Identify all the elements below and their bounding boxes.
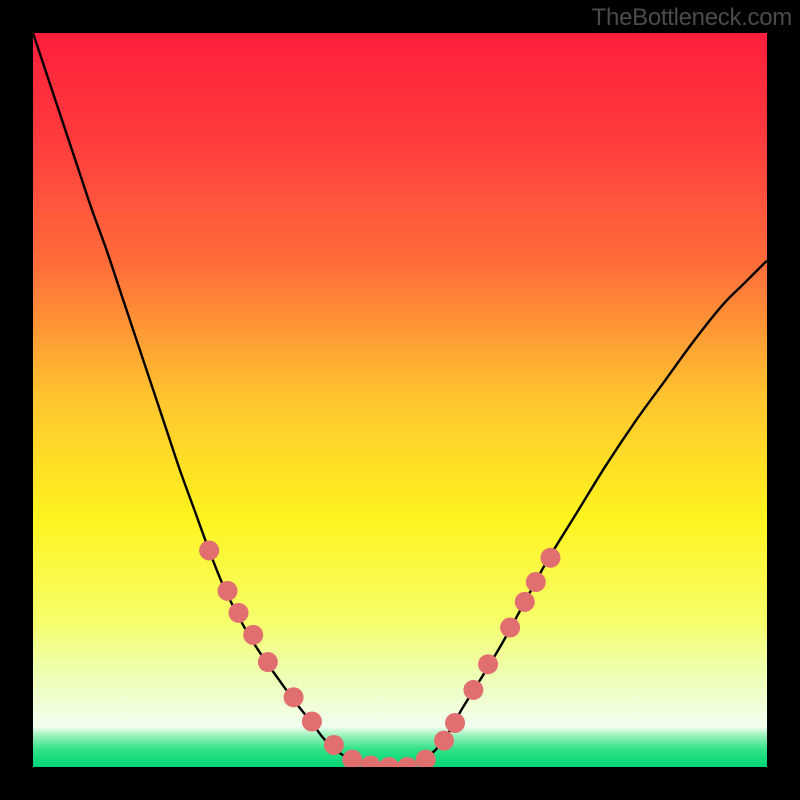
marker-dot (500, 618, 520, 638)
marker-dot (324, 735, 344, 755)
chart-svg (33, 33, 767, 767)
watermark-text: TheBottleneck.com (592, 4, 792, 32)
marker-dot (515, 592, 535, 612)
marker-dot (526, 572, 546, 592)
marker-dot (463, 680, 483, 700)
outer-frame: TheBottleneck.com (0, 0, 800, 800)
marker-dot (445, 713, 465, 733)
gradient-bg (33, 33, 767, 767)
marker-dot (284, 687, 304, 707)
marker-dot (302, 711, 322, 731)
marker-dot (218, 581, 238, 601)
marker-dot (540, 548, 560, 568)
marker-dot (243, 625, 263, 645)
plot-area (33, 33, 767, 767)
marker-dot (258, 652, 278, 672)
marker-dot (229, 603, 249, 623)
marker-dot (478, 654, 498, 674)
marker-dot (199, 540, 219, 560)
marker-dot (434, 731, 454, 751)
